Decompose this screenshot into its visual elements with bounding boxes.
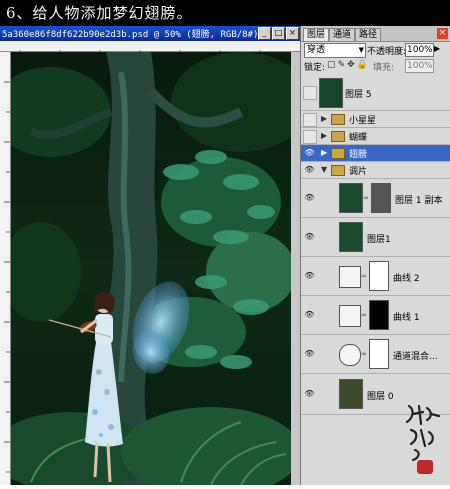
document-window: 5a360e86f8df622b90e2d3b.psd @ 50% (翅膀, R… <box>0 26 300 485</box>
fill-label: 填充: <box>373 63 395 73</box>
layer-name: 曲线 1 <box>393 313 420 323</box>
eye-icon[interactable]: 👁 <box>304 232 315 242</box>
eye-toggle-empty[interactable] <box>303 130 317 144</box>
collapse-arrow-icon[interactable]: ▼ <box>321 165 327 174</box>
blend-mode-select[interactable]: 穿透 ▼ <box>304 43 366 58</box>
layer-name: 蝴蝶 <box>349 133 368 143</box>
lock-label: 锁定: <box>304 63 326 73</box>
tab-channels[interactable]: 通道 <box>329 28 356 41</box>
ruler-ticks-v <box>4 81 10 473</box>
move-icon[interactable]: ✥ <box>347 60 357 70</box>
document-title-bar[interactable]: 5a360e86f8df622b90e2d3b.psd @ 50% (翅膀, R… <box>0 26 300 41</box>
lock-options: ▢✎✥🔒 <box>327 60 370 70</box>
adjustment-layer-row[interactable]: 👁 ∞ 曲线 2 <box>301 257 450 296</box>
folder-icon <box>331 165 345 176</box>
opacity-input[interactable]: 100% <box>405 43 434 57</box>
layer-mask-thumbnail <box>369 300 389 330</box>
layer-thumbnail <box>319 78 343 108</box>
eye-icon[interactable]: 👁 <box>304 310 315 320</box>
eye-icon[interactable]: 👁 <box>304 271 315 281</box>
curves-icon <box>339 266 361 288</box>
eye-icon[interactable]: 👁 <box>304 193 315 203</box>
layer-name: 通道混合... <box>393 352 438 362</box>
layer-thumbnail <box>339 183 363 213</box>
curves-icon <box>339 305 361 327</box>
vertical-ruler <box>0 52 11 485</box>
folder-icon <box>331 114 345 125</box>
blend-mode-value: 穿透 <box>307 45 326 55</box>
eye-icon[interactable]: 👁 <box>304 389 315 399</box>
layer-name: 图层 5 <box>345 90 372 100</box>
tab-layers[interactable]: 图层 <box>303 28 330 41</box>
panel-close-button[interactable]: × <box>437 28 448 39</box>
layer-name: 曲线 2 <box>393 274 420 284</box>
expand-arrow-icon[interactable]: ▶ <box>321 131 327 140</box>
folder-icon <box>331 148 345 159</box>
layer-row[interactable]: 👁 ∞ 图层 1 副本 <box>301 179 450 218</box>
chain-link-icon[interactable]: ∞ <box>363 194 369 202</box>
horizontal-ruler <box>0 41 300 56</box>
layer-group-row[interactable]: 👁 ▼ 调片 <box>301 162 450 179</box>
expand-arrow-icon[interactable]: ▶ <box>321 114 327 123</box>
lock-transparency-icon[interactable]: ▢ <box>327 60 338 70</box>
forest-photo <box>11 52 291 485</box>
eye-toggle-empty[interactable] <box>303 86 317 100</box>
document-canvas[interactable] <box>11 52 291 485</box>
layer-name: 小星星 <box>349 116 377 126</box>
minimize-button[interactable]: _ <box>258 27 271 40</box>
opacity-label: 不透明度: <box>367 47 407 57</box>
tab-paths[interactable]: 路径 <box>355 28 382 41</box>
banner-title: 6、给人物添加梦幻翅膀。 <box>6 4 193 22</box>
opacity-slider-arrow-icon[interactable]: ▶ <box>434 44 440 53</box>
brush-icon[interactable]: ✎ <box>338 60 348 70</box>
chain-link-icon[interactable]: ∞ <box>361 272 367 280</box>
tutorial-banner: 6、给人物添加梦幻翅膀。 <box>0 0 450 26</box>
layer-mask-thumbnail <box>369 261 389 291</box>
layer-name: 翅膀 <box>349 150 368 160</box>
adjustment-layer-row[interactable]: 👁 ∞ 曲线 1 <box>301 296 450 335</box>
fill-input[interactable]: 100% <box>405 59 434 73</box>
layer-row[interactable]: 图层 5 <box>301 74 450 111</box>
layer-mask-thumbnail <box>369 339 389 369</box>
layer-mask-thumbnail <box>371 183 391 213</box>
red-seal-stamp <box>417 460 433 474</box>
chevron-down-icon: ▼ <box>358 46 364 54</box>
eye-icon[interactable]: 👁 <box>304 165 315 175</box>
layer-name: 调片 <box>349 167 368 177</box>
layer-group-row-selected[interactable]: 👁 ▶ 翅膀 <box>301 145 450 162</box>
layer-thumbnail <box>339 379 363 409</box>
eye-toggle-empty[interactable] <box>303 113 317 127</box>
chain-link-icon[interactable]: ∞ <box>361 350 367 358</box>
layer-name: 图层 1 副本 <box>395 196 443 206</box>
folder-icon <box>331 131 345 142</box>
signature-seal <box>405 404 441 474</box>
vertical-scrollbar[interactable] <box>291 52 300 485</box>
document-title: 5a360e86f8df622b90e2d3b.psd @ 50% (翅膀, R… <box>2 30 259 40</box>
maximize-button[interactable]: □ <box>272 27 285 40</box>
layer-group-row[interactable]: ▶ 小星星 <box>301 111 450 128</box>
lock-icon[interactable]: 🔒 <box>357 60 370 70</box>
layer-group-row[interactable]: ▶ 蝴蝶 <box>301 128 450 145</box>
layer-thumbnail <box>339 222 363 252</box>
layer-name: 图层 0 <box>367 392 394 402</box>
eye-icon[interactable]: 👁 <box>304 349 315 359</box>
chain-link-icon[interactable]: ∞ <box>361 311 367 319</box>
panel-tabs: 图层 通道 路径 × <box>301 26 450 42</box>
expand-arrow-icon[interactable]: ▶ <box>321 148 327 157</box>
close-button[interactable]: × <box>286 27 299 40</box>
layer-name: 图层1 <box>367 235 391 245</box>
layer-row[interactable]: 👁 图层1 <box>301 218 450 257</box>
eye-icon[interactable]: 👁 <box>304 148 315 158</box>
adjustment-layer-row[interactable]: 👁 ∞ 通道混合... <box>301 335 450 374</box>
channel-mixer-icon <box>339 344 361 366</box>
